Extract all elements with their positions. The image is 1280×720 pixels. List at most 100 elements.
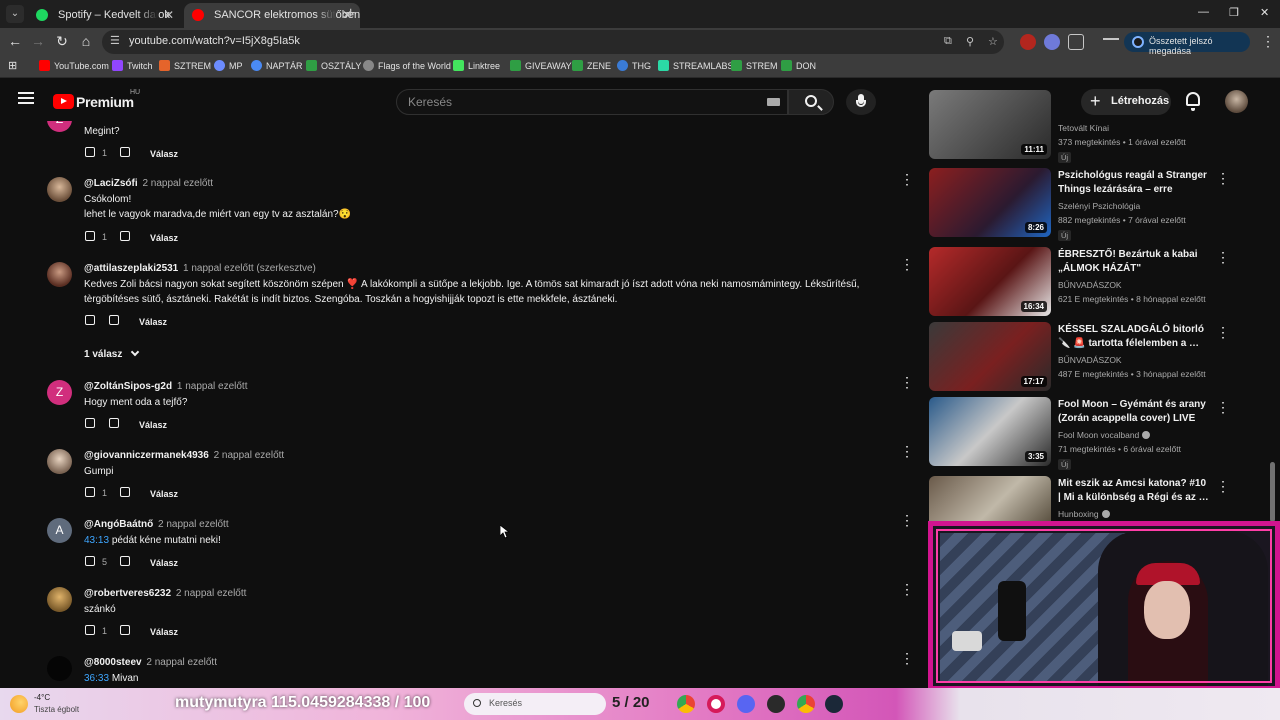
search-button[interactable] [788, 89, 834, 115]
bookmark[interactable]: THG [617, 60, 651, 71]
more-options-icon[interactable]: ⋮ [900, 172, 914, 186]
tab-youtube[interactable]: SANCOR elektromos sütőben f ✕ [184, 3, 360, 28]
create-button[interactable]: + Létrehozás [1081, 89, 1171, 115]
comment-time[interactable]: 1 nappal ezelőtt [177, 381, 248, 392]
menu-icon[interactable]: ⋮ [1259, 33, 1277, 50]
bookmark[interactable]: Linktree [453, 60, 500, 71]
more-options-icon[interactable]: ⋮ [1216, 250, 1230, 264]
channel-name[interactable]: Hunboxing [1058, 509, 1110, 519]
puzzle-icon[interactable] [1068, 34, 1084, 50]
bookmark[interactable]: GIVEAWAY [510, 60, 572, 71]
youtube-premium-logo[interactable]: Premium [76, 94, 134, 110]
channel-name[interactable]: BŰNVADÁSZOK [1058, 355, 1122, 365]
install-app-icon[interactable]: ⧉ [944, 35, 952, 48]
like-icon[interactable] [85, 556, 95, 566]
chrome-icon[interactable] [677, 695, 695, 713]
video-title[interactable]: Fool Moon – Gyémánt és arany (Zorán acap… [1058, 398, 1210, 426]
close-icon[interactable]: ✕ [164, 8, 174, 22]
restore-icon[interactable]: ❐ [1229, 6, 1239, 19]
comment-author[interactable]: @ZoltánSipos-g2d [84, 381, 172, 392]
menu-icon[interactable] [18, 92, 34, 104]
dislike-icon[interactable] [120, 231, 130, 241]
discord-icon[interactable] [737, 695, 755, 713]
like-icon[interactable] [85, 315, 95, 325]
more-options-icon[interactable]: ⋮ [900, 375, 914, 389]
more-options-icon[interactable]: ⋮ [1216, 400, 1230, 414]
like-icon[interactable] [85, 625, 95, 635]
weather-moon-icon[interactable] [10, 695, 28, 713]
comment-time[interactable]: 1 nappal ezelőtt (szerkesztve) [183, 263, 316, 274]
video-thumbnail[interactable]: 8:26 [929, 168, 1051, 237]
video-title[interactable]: ÉBRESZTŐ! Bezártuk a kabai „ÁLMOK HÁZÁT"… [1058, 248, 1210, 276]
site-info-icon[interactable]: ☰ [110, 34, 120, 47]
bookmark-star-icon[interactable]: ☆ [988, 35, 998, 48]
avatar[interactable] [47, 449, 72, 474]
video-title[interactable]: Pszichológus reagál a Stranger Things le… [1058, 169, 1210, 197]
dislike-icon[interactable] [109, 418, 119, 428]
obs-icon[interactable] [767, 695, 785, 713]
voice-search-button[interactable] [846, 89, 876, 115]
like-icon[interactable] [85, 487, 95, 497]
more-options-icon[interactable]: ⋮ [900, 513, 914, 527]
new-tab-button[interactable]: + [346, 5, 355, 23]
dislike-icon[interactable] [120, 556, 130, 566]
reload-icon[interactable]: ↻ [53, 33, 71, 50]
bookmark[interactable]: Twitch [112, 60, 153, 71]
more-options-icon[interactable]: ⋮ [1216, 171, 1230, 185]
view-replies-button[interactable]: 1 válasz [84, 347, 140, 360]
bookmark[interactable]: OSZTÁLY [306, 60, 361, 71]
profile-signin-button[interactable]: Összetett jelszó megadása [1124, 32, 1250, 56]
bookmark[interactable]: STREAMLABS [658, 60, 734, 71]
video-title[interactable]: Mit eszik az Amcsi katona? #10 | Mi a kü… [1058, 477, 1210, 505]
address-bar[interactable]: ☰ youtube.com/watch?v=I5jX8g5Ia5k ⧉ ⚲ ☆ [102, 30, 1004, 54]
comment-author[interactable]: @AngóBaátnő [84, 519, 153, 530]
avatar[interactable] [47, 177, 72, 202]
comment-author[interactable]: @8000steev [84, 657, 142, 668]
bookmark[interactable]: SZTREM [159, 60, 211, 71]
reply-button[interactable]: Válasz [150, 489, 178, 499]
dislike-icon[interactable] [120, 147, 130, 157]
like-icon[interactable] [85, 418, 95, 428]
bookmark[interactable]: NAPTÁR [251, 60, 303, 71]
more-options-icon[interactable]: ⋮ [1216, 325, 1230, 339]
video-thumbnail[interactable]: 11:11 [929, 90, 1051, 159]
dislike-icon[interactable] [109, 315, 119, 325]
comment-time[interactable]: 2 nappal ezelőtt [176, 588, 247, 599]
comment-time[interactable]: 2 nappal ezelőtt [142, 178, 213, 189]
forward-icon[interactable]: → [29, 33, 47, 49]
like-icon[interactable] [85, 147, 95, 157]
comment-time[interactable]: 2 nappal ezelőtt [158, 519, 229, 530]
more-options-icon[interactable]: ⋮ [900, 444, 914, 458]
timestamp-link[interactable]: 36:33 [84, 673, 109, 684]
more-options-icon[interactable]: ⋮ [900, 257, 914, 271]
comment-author[interactable]: @LaciZsófi [84, 178, 138, 189]
avatar[interactable]: A [47, 518, 72, 543]
chrome-icon[interactable] [797, 695, 815, 713]
avatar[interactable]: Z [47, 121, 72, 132]
bookmark[interactable]: STREM [731, 60, 778, 71]
extension-icon[interactable] [1020, 34, 1036, 50]
channel-name[interactable]: Szelényi Pszichológia [1058, 201, 1140, 211]
avatar[interactable] [47, 656, 72, 681]
more-options-icon[interactable]: ⋮ [900, 651, 914, 665]
tab-search-button[interactable]: ⌄ [6, 5, 24, 23]
apps-icon[interactable]: ⊞ [8, 59, 17, 72]
tab-spotify[interactable]: Spotify – Kedvelt dalok ✕ [28, 3, 182, 28]
avatar[interactable] [47, 262, 72, 287]
avatar[interactable] [47, 587, 72, 612]
channel-name[interactable]: Tetovált Kínai [1058, 123, 1109, 133]
account-avatar[interactable] [1225, 90, 1248, 113]
avatar[interactable]: Z [47, 380, 72, 405]
back-icon[interactable]: ← [6, 33, 24, 49]
comment-author[interactable]: @attilaszeplaki2531 [84, 263, 178, 274]
dislike-icon[interactable] [120, 487, 130, 497]
reply-button[interactable]: Válasz [150, 558, 178, 568]
bookmark[interactable]: Flags of the World [363, 60, 451, 71]
extension-icon[interactable] [1044, 34, 1060, 50]
reply-button[interactable]: Válasz [139, 317, 167, 327]
media-control-icon[interactable] [1103, 38, 1119, 46]
channel-name[interactable]: Fool Moon vocalband [1058, 430, 1151, 440]
reply-button[interactable]: Válasz [150, 149, 178, 159]
steam-icon[interactable] [825, 695, 843, 713]
comment-time[interactable]: 2 nappal ezelőtt [146, 657, 217, 668]
